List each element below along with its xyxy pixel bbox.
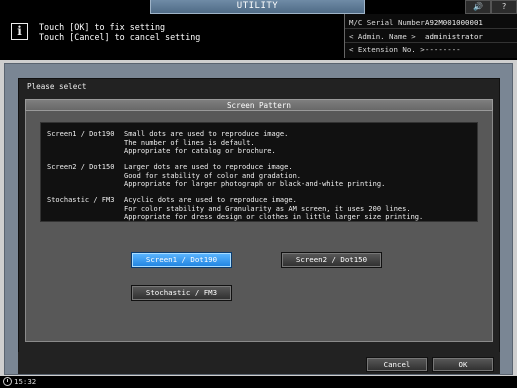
serial-value: A92M001000001 xyxy=(425,18,483,27)
serial-label: M/C Serial Number xyxy=(349,18,425,27)
volume-icon[interactable]: 🔊 xyxy=(465,0,491,14)
desc-line: The number of lines is default. xyxy=(124,138,255,147)
desc-line: Small dots are used to reproduce image. xyxy=(124,130,289,138)
desc-line: Appropriate for larger photograph or bla… xyxy=(124,180,386,189)
message-line-ok: Touch [OK] to fix setting xyxy=(39,22,166,32)
clock-icon xyxy=(3,377,12,386)
extension-label: < Extension No. > xyxy=(349,45,425,54)
admin-label: < Admin. Name > xyxy=(349,32,416,41)
desc-line: Appropriate for catalog or brochure. xyxy=(124,147,276,156)
header-icon-group: 🔊 ? xyxy=(465,0,517,14)
desc-text-stochastic: Acyclic dots are used to reproduce image… xyxy=(124,196,423,222)
desc-line: Appropriate for dress design or clothes … xyxy=(124,213,424,222)
desc-line: For color stability and Granularity as A… xyxy=(124,204,411,213)
message-line-cancel: Touch [Cancel] to cancel setting xyxy=(39,32,201,42)
status-bar xyxy=(0,376,517,388)
desc-name-stochastic: Stochastic / FM3 xyxy=(47,196,115,204)
clock-time: 15:32 xyxy=(14,377,37,386)
desc-line: Good for stability of color and gradatio… xyxy=(124,171,302,180)
desc-line: Larger dots are used to reproduce image. xyxy=(124,163,293,171)
screen2-option-button[interactable]: Screen2 / Dot150 xyxy=(281,252,382,268)
section-title: Screen Pattern xyxy=(25,99,493,111)
desc-line: Acyclic dots are used to reproduce image… xyxy=(124,196,297,204)
admin-value: administrator xyxy=(425,32,483,41)
admin-divider xyxy=(345,42,517,43)
serial-divider xyxy=(345,28,517,29)
help-icon[interactable]: ? xyxy=(491,0,517,14)
cancel-button[interactable]: Cancel xyxy=(366,357,428,372)
screen1-option-button[interactable]: Screen1 / Dot190 xyxy=(131,252,232,268)
desc-name-screen2: Screen2 / Dot150 xyxy=(47,163,115,171)
desc-name-screen1: Screen1 / Dot190 xyxy=(47,130,115,138)
ok-button[interactable]: OK xyxy=(432,357,494,372)
stochastic-option-button[interactable]: Stochastic / FM3 xyxy=(131,285,232,301)
utility-tab: UTILITY xyxy=(150,0,365,14)
desc-text-screen1: Small dots are used to reproduce image. … xyxy=(124,130,288,156)
desc-text-screen2: Larger dots are used to reproduce image.… xyxy=(124,163,385,189)
info-icon: i xyxy=(11,23,28,40)
extension-value: -------- xyxy=(425,45,461,54)
dialog-prompt: Please select xyxy=(27,82,87,91)
serial-panel: M/C Serial Number A92M001000001 < Admin.… xyxy=(344,14,517,58)
